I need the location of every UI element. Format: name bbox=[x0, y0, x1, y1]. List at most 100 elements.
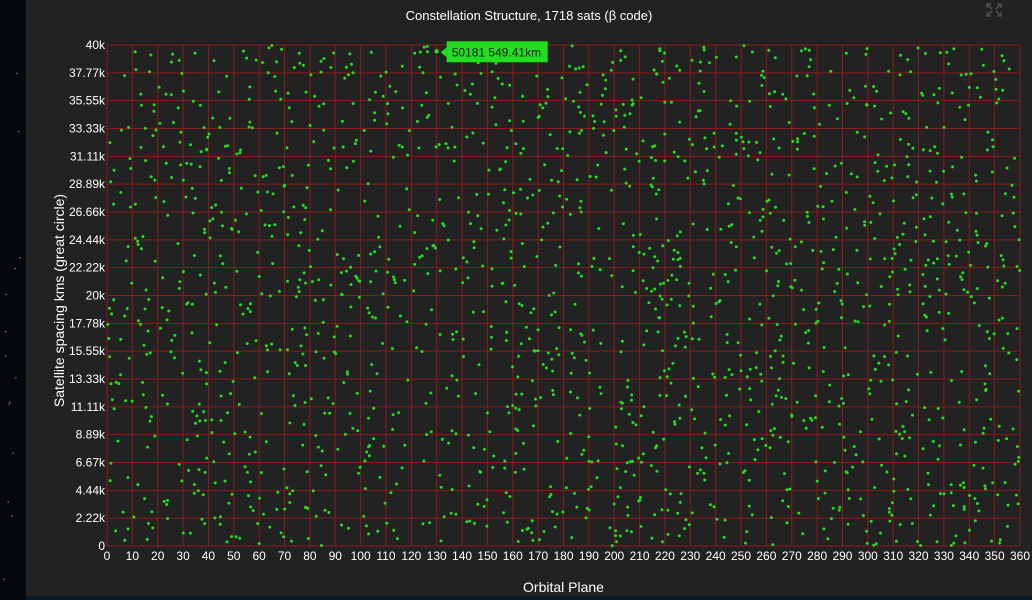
data-point bbox=[133, 50, 137, 54]
data-point bbox=[781, 499, 785, 503]
data-point bbox=[205, 382, 208, 386]
data-point bbox=[572, 99, 575, 103]
y-tick-label: 2.22k bbox=[76, 511, 106, 525]
data-point bbox=[906, 354, 910, 358]
data-point bbox=[565, 197, 568, 201]
data-point bbox=[124, 399, 128, 403]
data-point bbox=[742, 147, 746, 151]
data-point bbox=[426, 272, 430, 276]
data-point bbox=[366, 306, 370, 310]
data-point bbox=[578, 110, 582, 114]
data-point bbox=[655, 469, 659, 473]
data-point bbox=[210, 206, 214, 209]
data-point bbox=[525, 527, 529, 531]
data-point bbox=[772, 137, 776, 141]
data-point bbox=[1006, 503, 1010, 507]
data-point bbox=[770, 402, 774, 406]
data-point bbox=[879, 379, 883, 383]
data-point bbox=[219, 515, 222, 519]
data-point bbox=[347, 526, 350, 530]
data-point bbox=[840, 316, 843, 320]
data-point bbox=[587, 487, 590, 491]
data-point bbox=[1001, 88, 1005, 92]
data-point bbox=[666, 532, 670, 536]
y-tick-label: 28.89k bbox=[69, 177, 106, 191]
data-point bbox=[756, 448, 760, 452]
data-point bbox=[998, 538, 1002, 542]
data-point bbox=[425, 247, 429, 251]
y-tick-label: 35.55k bbox=[69, 94, 106, 108]
data-point bbox=[715, 517, 719, 521]
data-point bbox=[761, 215, 765, 219]
data-point bbox=[978, 95, 982, 99]
data-point bbox=[727, 452, 731, 455]
data-point bbox=[942, 492, 946, 496]
data-point bbox=[812, 167, 816, 171]
data-point bbox=[845, 101, 849, 105]
data-point bbox=[446, 102, 450, 105]
data-point bbox=[820, 267, 824, 271]
data-point bbox=[693, 417, 696, 421]
data-point bbox=[949, 192, 953, 196]
data-point bbox=[851, 465, 855, 469]
data-point bbox=[904, 112, 908, 116]
data-point bbox=[565, 456, 569, 460]
data-point bbox=[908, 283, 912, 287]
data-point bbox=[771, 294, 775, 298]
data-point bbox=[501, 281, 505, 285]
data-point bbox=[420, 254, 424, 258]
data-point bbox=[604, 151, 608, 155]
data-point bbox=[730, 223, 734, 227]
data-point bbox=[203, 231, 207, 235]
data-point bbox=[505, 405, 509, 409]
data-point bbox=[991, 138, 995, 142]
data-point bbox=[184, 195, 188, 199]
data-point bbox=[295, 364, 299, 367]
data-point bbox=[345, 166, 349, 170]
data-point bbox=[612, 129, 616, 132]
data-point bbox=[375, 372, 379, 376]
data-point bbox=[530, 531, 534, 535]
data-point bbox=[839, 299, 843, 303]
data-point bbox=[626, 385, 629, 389]
data-point bbox=[777, 146, 781, 150]
data-point bbox=[417, 146, 421, 150]
data-point bbox=[589, 485, 593, 489]
data-point bbox=[282, 467, 286, 471]
data-point bbox=[191, 211, 195, 215]
data-point bbox=[564, 97, 568, 101]
data-point bbox=[767, 316, 771, 320]
data-point bbox=[108, 479, 112, 483]
data-point bbox=[775, 323, 779, 326]
data-point bbox=[702, 90, 706, 93]
data-point bbox=[462, 355, 465, 359]
data-point bbox=[727, 368, 731, 372]
x-tick-label: 20 bbox=[151, 549, 165, 563]
data-point bbox=[487, 168, 491, 172]
data-point bbox=[554, 263, 558, 267]
data-point bbox=[623, 55, 627, 59]
data-point bbox=[280, 47, 284, 51]
data-point bbox=[520, 392, 524, 396]
data-point bbox=[734, 152, 738, 156]
data-point bbox=[144, 288, 148, 292]
data-point bbox=[341, 145, 345, 149]
data-point bbox=[748, 367, 752, 371]
data-point bbox=[792, 361, 796, 365]
y-tick-label: 8.89k bbox=[76, 428, 106, 442]
data-point bbox=[954, 534, 958, 538]
data-point bbox=[145, 537, 149, 541]
data-point bbox=[278, 348, 282, 352]
data-point bbox=[438, 333, 442, 336]
data-point bbox=[146, 445, 149, 449]
data-point bbox=[275, 507, 279, 511]
data-point bbox=[328, 411, 332, 415]
data-point bbox=[158, 326, 162, 330]
data-point bbox=[1013, 462, 1017, 466]
data-point bbox=[297, 290, 301, 294]
data-point bbox=[305, 470, 309, 474]
data-point bbox=[748, 387, 752, 391]
data-point bbox=[610, 188, 613, 192]
scatter-plot[interactable]: 0 10 20 30 40 50 60 70 80 90 100 110 120 130 140 150 160… bbox=[26, 0, 1032, 596]
data-point bbox=[621, 102, 625, 106]
